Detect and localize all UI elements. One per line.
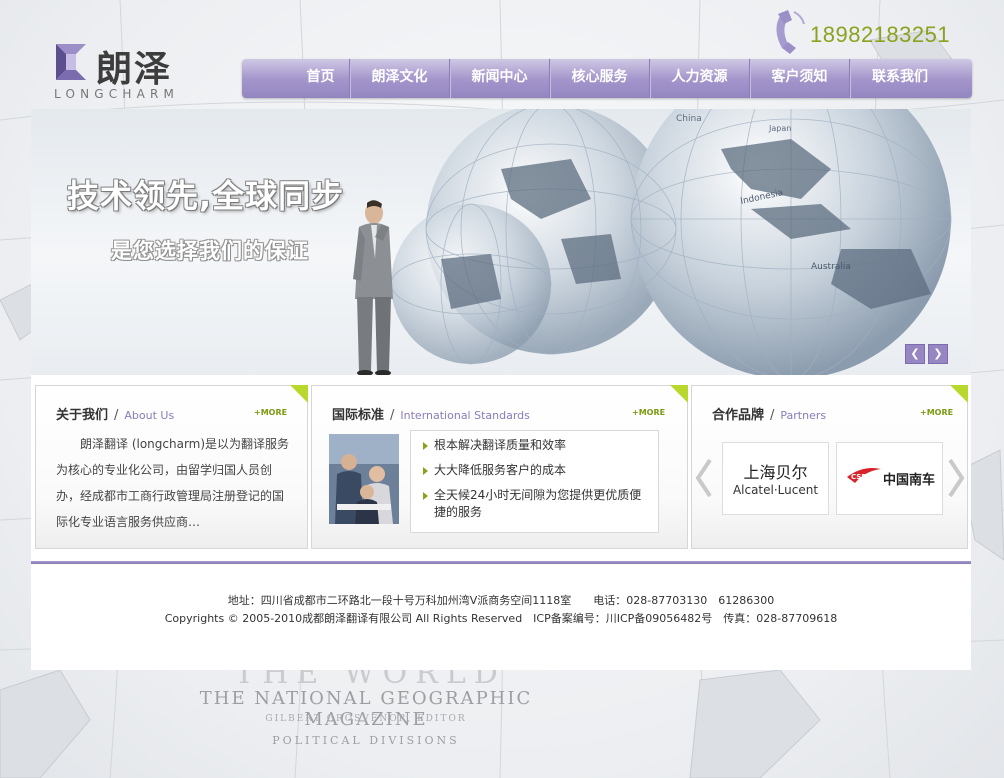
partners-title-cn: 合作品牌	[712, 408, 765, 423]
logo-mark-icon	[56, 44, 86, 80]
standards-title-cn: 国际标准	[332, 408, 385, 423]
alcatel-en-text: Alcatel·Lucent	[732, 483, 819, 497]
nav-item-customer-notes[interactable]: 客户须知	[750, 59, 850, 98]
banner-prev-button[interactable]: ❮	[905, 344, 925, 364]
csr-name-text: 中国南车	[883, 473, 936, 488]
nav-item-news[interactable]: 新闻中心	[450, 59, 550, 98]
partners-title: 合作品牌 / Partners	[712, 408, 827, 423]
chevron-left-icon: ❮	[910, 347, 920, 360]
footer-divider	[31, 561, 971, 564]
logo-chinese: 朗泽	[96, 49, 173, 90]
about-title-cn: 关于我们	[56, 408, 109, 423]
partners-next-arrow-icon[interactable]	[946, 458, 966, 498]
about-more-link[interactable]: +MORE	[254, 408, 287, 417]
standards-title-en: International Standards	[400, 409, 530, 422]
partners-title-en: Partners	[780, 409, 827, 422]
main-panel: China Indonesia Australia Japan 技术领先,全球同…	[31, 109, 971, 670]
international-standards-box: 国际标准 / International Standards +MORE 根本解决翻…	[311, 385, 688, 549]
globe-label-australia: Australia	[811, 262, 851, 272]
businessman-figure	[353, 200, 393, 375]
corner-accent	[950, 385, 968, 403]
partner-logo-csr[interactable]: CSR 中国南车	[836, 442, 943, 515]
standards-more-link[interactable]: +MORE	[632, 408, 665, 417]
bg-editor-line: GILBERT GROSVENOR, EDITOR	[265, 714, 467, 724]
corner-accent	[290, 385, 308, 403]
about-us-box: 关于我们 / About Us +MORE 朗泽翻译 (longcharm)是以为翻…	[35, 385, 308, 549]
nav-item-home[interactable]: 首页	[292, 59, 350, 98]
nav-item-services[interactable]: 核心服务	[550, 59, 650, 98]
site-logo[interactable]: 朗泽 LONGCHARM	[54, 40, 194, 104]
standards-title: 国际标准 / International Standards	[332, 408, 530, 423]
hero-banner: China Indonesia Australia Japan 技术领先,全球同…	[31, 109, 971, 375]
chevron-right-icon: ❯	[933, 347, 943, 360]
list-item[interactable]: 全天候24小时无间隙为您提供更优质便捷的服务	[423, 487, 650, 521]
list-item[interactable]: 大大降低服务客户的成本	[423, 462, 650, 479]
globe-label-japan: Japan	[768, 124, 791, 133]
globe-label-china: China	[676, 114, 702, 124]
phone-number: 18982183251	[810, 22, 951, 47]
partners-more-link[interactable]: +MORE	[920, 408, 953, 417]
logo-english: LONGCHARM	[54, 87, 180, 101]
banner-next-button[interactable]: ❯	[928, 344, 948, 364]
footer-copyright: Copyrights © 2005-2010成都朗泽翻译有限公司 All Rig…	[164, 612, 838, 625]
list-item[interactable]: 根本解决翻译质量和效率	[423, 437, 650, 454]
corner-accent	[670, 385, 688, 403]
partner-logo-alcatel[interactable]: 上海贝尔 Alcatel·Lucent	[722, 442, 829, 515]
alcatel-cn-text: 上海贝尔	[743, 463, 808, 482]
bg-political-divisions: POLITICAL DIVISIONS	[272, 734, 460, 747]
banner-slogan-primary: 技术领先,全球同步	[67, 177, 345, 215]
banner-slogan-secondary: 是您选择我们的保证	[111, 239, 309, 263]
team-photo	[329, 434, 399, 524]
about-us-text: 朗泽翻译 (longcharm)是以为翻译服务为核心的专业化公司，由留学归国人员…	[56, 437, 290, 529]
main-nav: 首页 朗泽文化 新闻中心 核心服务 人力资源 客户须知 联系我们	[242, 59, 972, 98]
footer-address: 地址：四川省成都市二环路北一段十号万科加州湾V派商务空间1118室 电话：028…	[227, 594, 775, 607]
about-title-en: About Us	[124, 409, 175, 422]
about-us-title: 关于我们 / About Us	[56, 408, 175, 423]
nav-item-culture[interactable]: 朗泽文化	[350, 59, 450, 98]
csr-prefix-text: CSR	[851, 473, 867, 481]
nav-item-hr[interactable]: 人力资源	[650, 59, 750, 98]
partners-box: 合作品牌 / Partners +MORE 上海贝尔 Alcatel·Lucent …	[691, 385, 968, 549]
partners-prev-arrow-icon[interactable]	[694, 458, 714, 498]
phone-icon	[776, 10, 805, 54]
standards-list: 根本解决翻译质量和效率 大大降低服务客户的成本 全天候24小时无间隙为您提供更优…	[410, 430, 659, 533]
nav-item-contact[interactable]: 联系我们	[850, 59, 950, 98]
